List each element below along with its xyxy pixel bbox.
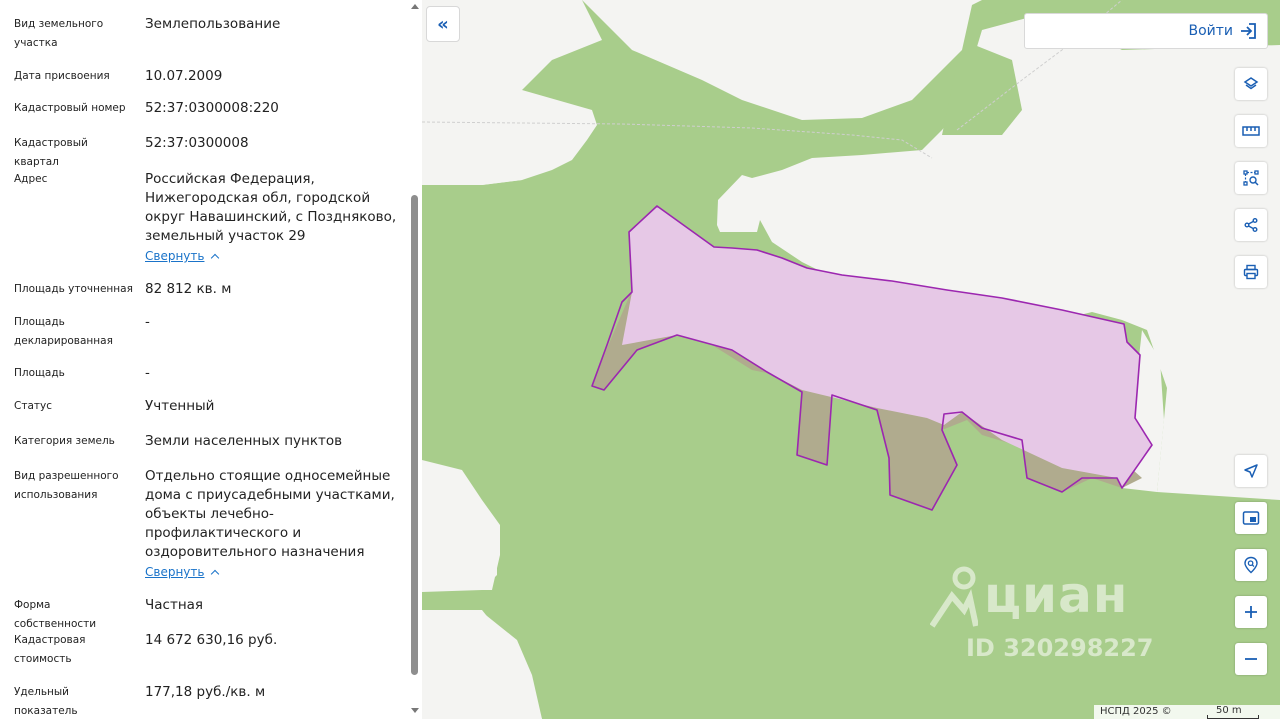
collapse-panel-button[interactable]: « [426, 6, 460, 42]
login-arrow-icon [1241, 23, 1256, 39]
map-tiles [422, 0, 1280, 719]
attr-value: 14 672 630,16 руб. [145, 632, 278, 648]
ruler-button[interactable] [1235, 115, 1267, 147]
attr-value: Российская Федерация, Нижегородская обл,… [145, 170, 396, 266]
map-attribution: НСПД 2025 © 50 m [1094, 705, 1280, 719]
login-button[interactable]: Войти [1188, 20, 1257, 42]
attr-value: Земли населенных пунктов [145, 433, 343, 449]
cian-logo-pin-icon [930, 566, 978, 628]
minimap-icon [1242, 511, 1260, 525]
attr-label: Удельный показатель кадастровой [14, 686, 78, 717]
attr-label: Вид земельного участка [14, 18, 104, 49]
print-icon [1243, 264, 1259, 280]
attr-label: Категория земель [14, 435, 115, 447]
double-chevron-left-icon: « [437, 13, 449, 35]
collapse-address-link[interactable]: Свернуть [145, 247, 204, 266]
zoom-out-icon [1245, 658, 1257, 660]
minimap-button[interactable] [1235, 502, 1267, 534]
layers-icon [1243, 77, 1259, 90]
collapse-permitted-use-link[interactable]: Свернуть [145, 563, 204, 582]
attr-value: 10.07.2009 [145, 68, 223, 84]
attr-label: Площадь [14, 367, 65, 379]
attr-label: Кадастровый номер [14, 102, 126, 114]
attr-label: Форма собственности [14, 599, 97, 630]
attr-label: Кадастровая стоимость [14, 634, 86, 665]
select-area-button[interactable] [1235, 162, 1267, 194]
attr-label: Вид разрешенного использования [14, 470, 119, 501]
zoom-in-button[interactable] [1235, 596, 1267, 628]
attr-value: Частная [145, 597, 204, 613]
zoom-in-icon [1245, 606, 1257, 618]
scale-bar [1207, 715, 1259, 719]
watermark-listing-id: ID 320298227 [966, 634, 1154, 662]
attr-label: Площадь декларированная [14, 316, 113, 347]
parcel-info-panel: Вид земельного участка Землепользование … [0, 0, 422, 719]
attr-value[interactable]: 52:37:0300008 [145, 134, 393, 153]
attr-label: Адрес [14, 173, 48, 185]
zoom-out-button[interactable] [1235, 643, 1267, 675]
scroll-up-arrow-icon[interactable] [411, 4, 419, 9]
select-area-icon [1243, 170, 1259, 186]
attribution-text: НСПД 2025 © [1100, 706, 1172, 717]
print-button[interactable] [1235, 256, 1267, 288]
attr-label: Статус [14, 400, 52, 412]
geolocate-button[interactable] [1235, 455, 1267, 487]
panel-scrollbar[interactable] [406, 0, 422, 719]
chevron-up-icon[interactable] [211, 253, 220, 263]
attr-value: 177,18 руб./кв. м [145, 684, 266, 700]
login-label: Войти [1188, 23, 1233, 39]
attr-value: Учтенный [145, 398, 215, 414]
attr-value: - [145, 314, 150, 330]
attr-value[interactable]: 52:37:0300008:220 [145, 99, 393, 118]
chevron-up-icon[interactable] [211, 569, 220, 579]
attr-value: 82 812 кв. м [145, 281, 232, 297]
scroll-down-arrow-icon[interactable] [411, 708, 419, 713]
watermark-brand: циан [984, 566, 1129, 624]
attr-value: - [145, 365, 150, 381]
attr-label: Площадь уточненная [14, 283, 133, 295]
attr-label: Дата присвоения [14, 70, 110, 82]
scroll-thumb[interactable] [411, 195, 418, 675]
layers-button[interactable] [1235, 68, 1267, 100]
ruler-icon [1242, 126, 1260, 136]
search-location-icon [1244, 556, 1258, 574]
top-search-bar: Войти [1024, 13, 1268, 49]
attr-label: Кадастровый квартал [14, 137, 88, 168]
map-canvas[interactable]: « Войти циан ID 320298227 НСПД 2025 © 50… [422, 0, 1280, 719]
geolocate-icon [1244, 464, 1258, 478]
open-land [422, 115, 542, 185]
attr-value: Землепользование [145, 16, 281, 32]
share-icon [1244, 218, 1258, 232]
share-button[interactable] [1235, 209, 1267, 241]
attr-value: Отдельно стоящие односемейные дома с при… [145, 467, 395, 582]
search-location-button[interactable] [1235, 549, 1267, 581]
